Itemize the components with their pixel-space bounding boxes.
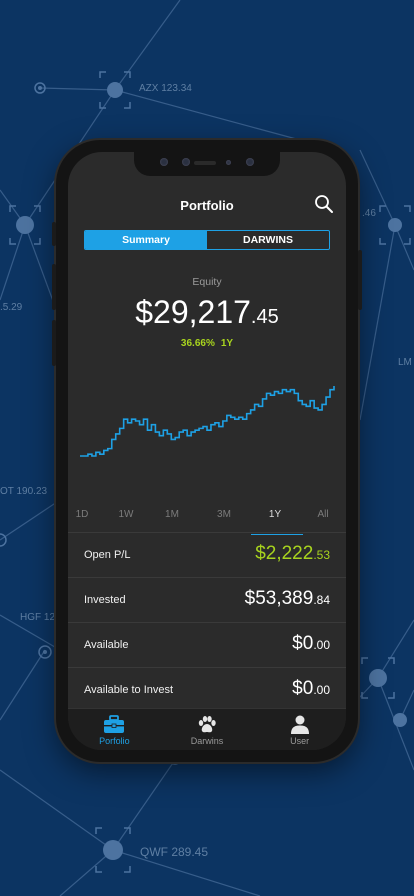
- bg-ticker-label: OT 190.23: [0, 486, 48, 497]
- paw-icon: [198, 716, 216, 733]
- app-screen: Portfolio Summary DARWINS Equity $29,217…: [68, 152, 346, 750]
- notch: [134, 152, 280, 176]
- stat-value-main: $0: [292, 633, 314, 654]
- camera-icon: [160, 158, 168, 166]
- stat-value-cents: .00: [313, 638, 330, 652]
- stat-value-cents: .84: [313, 593, 330, 607]
- stat-row-invested[interactable]: Invested $53,389.84: [68, 578, 346, 623]
- change-period: 1Y: [220, 338, 234, 349]
- stat-value: $0.00: [292, 633, 330, 655]
- bg-ticker-label: QWF 289.45: [140, 845, 209, 859]
- phone-frame: Portfolio Summary DARWINS Equity $29,217…: [52, 140, 362, 762]
- search-icon: [315, 195, 333, 213]
- bottom-tab-bar: Porfolio Darwins User: [68, 708, 346, 750]
- view-segmented-control: Summary DARWINS: [84, 230, 330, 250]
- tab-label: User: [290, 736, 310, 746]
- bg-ticker-label: LM: [398, 357, 412, 368]
- tab-label: Porfolio: [99, 736, 130, 746]
- stat-value-main: $0: [292, 678, 314, 699]
- equity-value-main: $29,217: [135, 294, 251, 330]
- tab-portfolio[interactable]: Porfolio: [68, 709, 161, 750]
- tab-label: Darwins: [190, 736, 224, 746]
- stat-label: Invested: [84, 594, 126, 606]
- range-1w[interactable]: 1W: [119, 509, 134, 520]
- tab-summary[interactable]: Summary: [85, 231, 207, 249]
- tab-user[interactable]: User: [253, 709, 346, 750]
- range-selector: 1D 1W 1M 3M 1Y All: [68, 509, 346, 523]
- header: Portfolio: [68, 180, 346, 226]
- equity-line: [80, 386, 335, 457]
- range-1y[interactable]: 1Y: [269, 509, 281, 520]
- stat-label: Available: [84, 639, 129, 651]
- equity-value: $29,217.45: [68, 294, 346, 331]
- search-button[interactable]: [314, 194, 334, 214]
- stat-value-cents: .53: [313, 548, 330, 562]
- stat-value-main: $53,389: [244, 588, 314, 609]
- stat-value: $53,389.84: [245, 588, 330, 610]
- bg-ticker-label: .5.29: [0, 302, 23, 313]
- volume-up-button: [52, 264, 56, 310]
- stat-row-available-to-invest[interactable]: Available to Invest $0.00: [68, 668, 346, 713]
- stat-value: $2,222.53: [255, 543, 330, 565]
- stat-row-open-pl[interactable]: Open P/L $2,222.53: [68, 532, 346, 578]
- stat-value-cents: .00: [313, 683, 330, 697]
- stat-label: Open P/L: [84, 549, 131, 561]
- speaker: [194, 161, 216, 165]
- sensor-dot: [226, 160, 231, 165]
- volume-down-button: [52, 320, 56, 366]
- side-button: [52, 222, 56, 246]
- bg-ticker-label: .46: [362, 208, 376, 219]
- range-1d[interactable]: 1D: [76, 509, 89, 520]
- bg-ticker-label: AZX 123.34: [139, 83, 192, 94]
- range-1m[interactable]: 1M: [165, 509, 179, 520]
- tab-darwins[interactable]: DARWINS: [207, 231, 329, 249]
- stat-row-available[interactable]: Available $0.00: [68, 623, 346, 668]
- power-button: [358, 250, 362, 310]
- equity-label: Equity: [192, 276, 222, 288]
- range-3m[interactable]: 3M: [217, 509, 231, 520]
- user-icon: [290, 715, 309, 734]
- equity-change: 36.66% 1Y: [68, 338, 346, 349]
- range-all[interactable]: All: [317, 509, 328, 520]
- equity-value-cents: .45: [250, 306, 279, 328]
- stat-value-main: $2,222: [255, 543, 314, 564]
- equity-chart[interactable]: [78, 384, 336, 458]
- stat-value: $0.00: [292, 678, 330, 700]
- page-title: Portfolio: [180, 198, 234, 213]
- bg-ticker-label: HGF 12: [20, 612, 56, 623]
- sensor-icon: [182, 158, 190, 166]
- portfolio-stats: Open P/L $2,222.53 Invested $53,389.84 A…: [68, 532, 346, 713]
- front-camera-icon: [246, 158, 254, 166]
- briefcase-icon: [104, 715, 125, 733]
- change-percent: 36.66%: [180, 338, 215, 349]
- stat-label: Available to Invest: [84, 684, 174, 696]
- tab-darwins-nav[interactable]: Darwins: [161, 709, 254, 750]
